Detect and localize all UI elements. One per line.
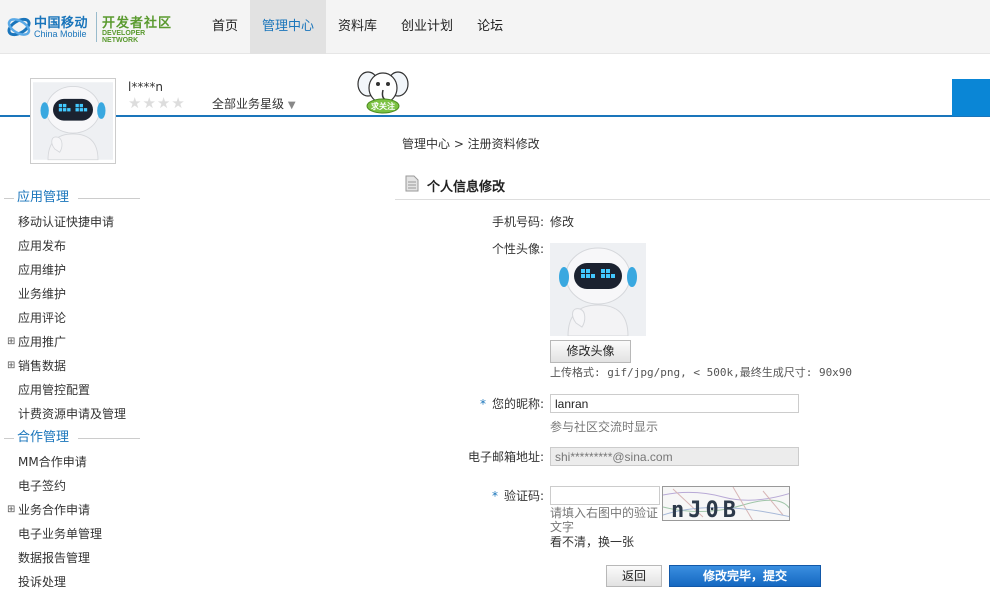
change-avatar-button[interactable]: 修改头像 — [550, 340, 631, 363]
sidebar-item-label: 应用维护 — [18, 263, 67, 277]
sidebar-item-label: 应用管控配置 — [18, 383, 91, 397]
nickname-label: * 您的昵称: — [440, 395, 544, 412]
logo-divider — [96, 12, 97, 42]
required-mark: * — [491, 489, 498, 503]
chevron-down-icon: ▼ — [287, 100, 296, 111]
nav-forum[interactable]: 论坛 — [465, 0, 515, 54]
avatar-label: 个性头像: — [491, 242, 544, 256]
sidebar-item-app-reviews[interactable]: 应用评论 — [0, 306, 150, 330]
expand-icon[interactable]: ⊞ — [7, 354, 15, 378]
captcha-refresh-link[interactable]: 看不清，换一张 — [550, 533, 634, 550]
sidebar-section-cooperation-management: 合作管理 — [0, 426, 150, 450]
nav-home[interactable]: 首页 — [200, 0, 250, 54]
mascot-label: 求关注 — [371, 101, 395, 111]
china-mobile-logo-icon — [7, 17, 31, 37]
avatar-preview — [550, 243, 646, 337]
elephant-mascot-icon[interactable]: 求关注 — [356, 68, 410, 116]
captcha-label-text: 验证码: — [503, 489, 544, 503]
sidebar-item-label: 业务合作申请 — [18, 503, 91, 517]
captcha-label: * 验证码: — [440, 487, 544, 504]
avatar[interactable] — [30, 78, 116, 164]
sidebar-item-app-publish[interactable]: 应用发布 — [0, 234, 150, 258]
expand-icon[interactable]: ⊞ — [7, 330, 15, 354]
sidebar-item-label: 应用评论 — [18, 311, 67, 325]
sidebar-item-label: 销售数据 — [18, 359, 67, 373]
brand-en: China Mobile — [34, 29, 87, 39]
section-title: 个人信息修改 — [427, 180, 506, 195]
section-header: 个人信息修改 — [395, 170, 990, 200]
upload-format-hint: 上传格式: gif/jpg/png, < 500k,最终生成尺寸: 90x90 — [550, 366, 853, 379]
logo[interactable]: 中国移动 China Mobile 开发者社区 DEVELOPER NETWOR… — [6, 10, 176, 44]
sidebar-item-e-signing[interactable]: 电子签约 — [0, 474, 150, 498]
sidebar-item-label: 业务维护 — [18, 287, 67, 301]
back-button[interactable]: 返回 — [606, 565, 662, 587]
nav-management-center[interactable]: 管理中心 — [250, 0, 327, 54]
captcha-noise-icon: nJ0B — [663, 487, 789, 521]
email-field[interactable] — [550, 447, 799, 466]
captcha-text: nJ0B — [671, 498, 740, 521]
sidebar-item-label: 电子业务单管理 — [18, 527, 103, 541]
captcha-image[interactable]: nJ0B — [662, 486, 790, 521]
profile-band-accent — [952, 79, 990, 116]
sidebar-item-label: 电子签约 — [18, 479, 67, 493]
brand-dev-en: DEVELOPER NETWORK — [102, 30, 146, 44]
sidebar-item-label: 应用发布 — [18, 239, 67, 253]
business-level-dropdown[interactable]: 全部业务星级 ▼ — [212, 95, 296, 112]
captcha-hint: 请填入右图中的验证文字 — [550, 506, 659, 534]
nickname-hint: 参与社区交流时显示 — [550, 420, 659, 434]
sidebar-item-label: 数据报告管理 — [18, 551, 91, 565]
sidebar-item-app-maintenance[interactable]: 应用维护 — [0, 258, 150, 282]
submit-button[interactable]: 修改完毕，提交 — [669, 565, 821, 587]
breadcrumb: 管理中心 > 注册资料修改 — [402, 137, 540, 151]
sidebar-item-app-control-config[interactable]: 应用管控配置 — [0, 378, 150, 402]
document-icon — [405, 175, 419, 192]
robot-avatar-icon — [33, 82, 113, 161]
profile-band-line — [0, 115, 990, 117]
phone-edit-link[interactable]: 修改 — [550, 213, 574, 230]
nav-startup-plan[interactable]: 创业计划 — [389, 0, 465, 54]
required-mark: * — [479, 397, 486, 411]
sidebar-item-label: 计费资源申请及管理 — [18, 407, 127, 421]
nickname-label-text: 您的昵称: — [491, 397, 544, 411]
sidebar-item-mm-cooperation[interactable]: MM合作申请 — [0, 450, 150, 474]
captcha-input[interactable] — [550, 486, 660, 505]
nav-library[interactable]: 资料库 — [326, 0, 389, 54]
main-nav: 首页 管理中心 资料库 创业计划 论坛 — [200, 0, 515, 54]
business-level-label: 全部业务星级 — [212, 97, 285, 111]
sidebar-item-business-maintenance[interactable]: 业务维护 — [0, 282, 150, 306]
robot-avatar-icon — [550, 243, 646, 337]
star-rating-icon: ★★★★ — [128, 94, 186, 112]
phone-label: 手机号码: — [491, 215, 544, 229]
top-navigation-bar: 中国移动 China Mobile 开发者社区 DEVELOPER NETWOR… — [0, 0, 990, 54]
username: l****n — [128, 80, 163, 94]
sidebar-item-label: MM合作申请 — [18, 455, 87, 469]
sidebar-item-e-business-orders[interactable]: 电子业务单管理 — [0, 522, 150, 546]
brand-dev-cn: 开发者社区 — [102, 16, 173, 31]
sidebar-item-label: 投诉处理 — [18, 575, 67, 589]
sidebar-item-complaints[interactable]: 投诉处理 — [0, 570, 150, 594]
sidebar-item-business-cooperation[interactable]: ⊞ 业务合作申请 — [0, 498, 150, 522]
sidebar-item-app-promotion[interactable]: ⊞ 应用推广 — [0, 330, 150, 354]
sidebar-item-label: 应用推广 — [18, 335, 67, 349]
nickname-input[interactable] — [550, 394, 799, 413]
sidebar-item-mobile-auth[interactable]: 移动认证快捷申请 — [0, 210, 150, 234]
sidebar-item-sales-data[interactable]: ⊞ 销售数据 — [0, 354, 150, 378]
sidebar-section-app-management: 应用管理 — [0, 186, 150, 210]
sidebar-item-billing-resources[interactable]: 计费资源申请及管理 — [0, 402, 150, 426]
expand-icon[interactable]: ⊞ — [7, 498, 15, 522]
sidebar: 应用管理 移动认证快捷申请 应用发布 应用维护 业务维护 应用评论 ⊞ 应用推广 … — [0, 186, 150, 594]
sidebar-item-data-reports[interactable]: 数据报告管理 — [0, 546, 150, 570]
sidebar-item-label: 移动认证快捷申请 — [18, 215, 115, 229]
email-label: 电子邮箱地址: — [467, 450, 544, 464]
